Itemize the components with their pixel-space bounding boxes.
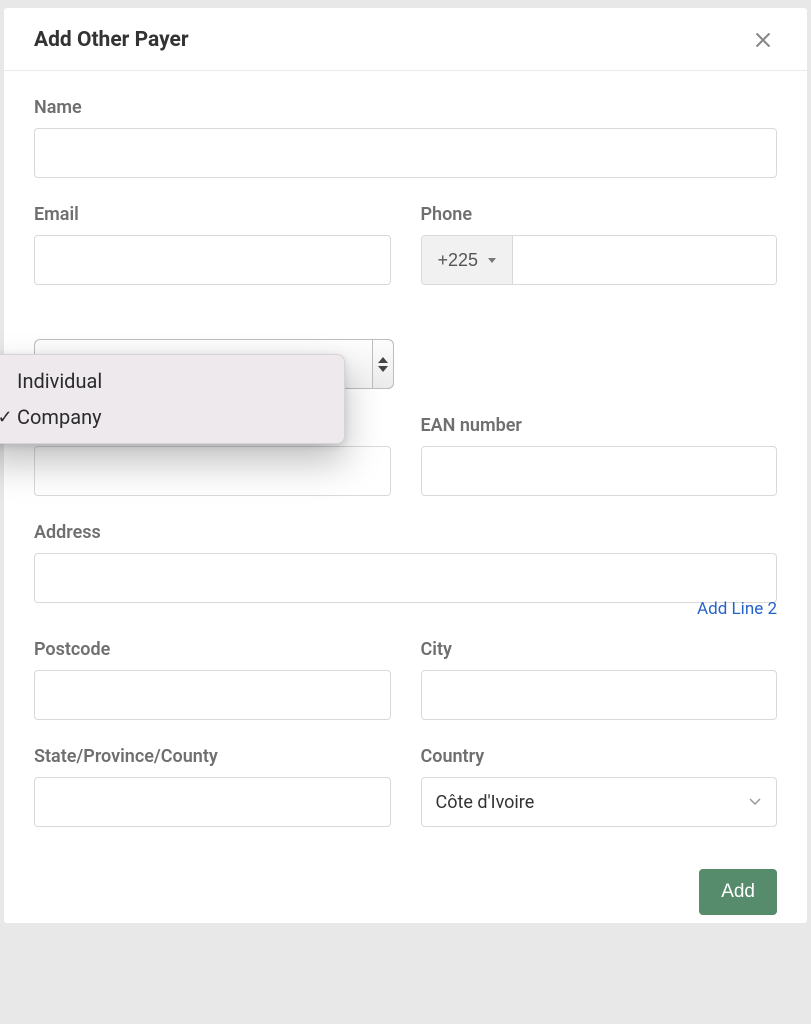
ean-input[interactable] [421, 446, 778, 496]
modal-title: Add Other Payer [34, 28, 189, 52]
postcode-group: Postcode [34, 639, 391, 720]
type-option-individual[interactable]: Individual [0, 363, 344, 399]
type-option-label: Individual [17, 369, 102, 393]
phone-field: +225 [421, 235, 778, 285]
check-icon: ✓ [0, 407, 17, 428]
modal-footer: Add [4, 857, 807, 923]
vat-input[interactable] [34, 446, 391, 496]
city-input[interactable] [421, 670, 778, 720]
name-input[interactable] [34, 128, 777, 178]
state-label: State/Province/County [34, 746, 391, 767]
close-button[interactable] [749, 26, 777, 54]
email-group: Email [34, 204, 391, 285]
country-group: Country Côte d'Ivoire [421, 746, 778, 827]
postcode-input[interactable] [34, 670, 391, 720]
city-label: City [421, 639, 778, 660]
country-label: Country [421, 746, 778, 767]
name-label: Name [34, 97, 777, 118]
address-group: Address [34, 522, 777, 603]
phone-prefix-select[interactable]: +225 [422, 236, 514, 284]
country-select[interactable]: Côte d'Ivoire [421, 777, 778, 827]
type-option-label: Company [17, 405, 102, 429]
type-dropdown-menu: Individual ✓ Company [0, 354, 345, 444]
modal-header: Add Other Payer [4, 8, 807, 71]
phone-group-wrap: Phone +225 [421, 204, 778, 285]
email-input[interactable] [34, 235, 391, 285]
modal-body: Name Email Phone +225 [4, 71, 807, 857]
select-stepper-icon [372, 339, 394, 389]
address-label: Address [34, 522, 777, 543]
type-option-company[interactable]: ✓ Company [0, 399, 344, 435]
add-button[interactable]: Add [699, 869, 777, 915]
phone-label: Phone [421, 204, 778, 225]
add-other-payer-modal: Add Other Payer Name Email Phone [4, 8, 807, 923]
ean-group: EAN number [421, 415, 778, 496]
email-label: Email [34, 204, 391, 225]
state-group: State/Province/County [34, 746, 391, 827]
country-value: Côte d'Ivoire [436, 792, 535, 813]
close-icon [753, 30, 773, 50]
postcode-label: Postcode [34, 639, 391, 660]
caret-down-icon [488, 258, 496, 263]
address-input[interactable] [34, 553, 777, 603]
add-line-2-link[interactable]: Add Line 2 [697, 599, 777, 619]
ean-label: EAN number [421, 415, 778, 436]
name-group: Name [34, 97, 777, 178]
phone-prefix-value: +225 [438, 250, 479, 271]
state-input[interactable] [34, 777, 391, 827]
city-group: City [421, 639, 778, 720]
phone-number-input[interactable] [513, 236, 776, 284]
